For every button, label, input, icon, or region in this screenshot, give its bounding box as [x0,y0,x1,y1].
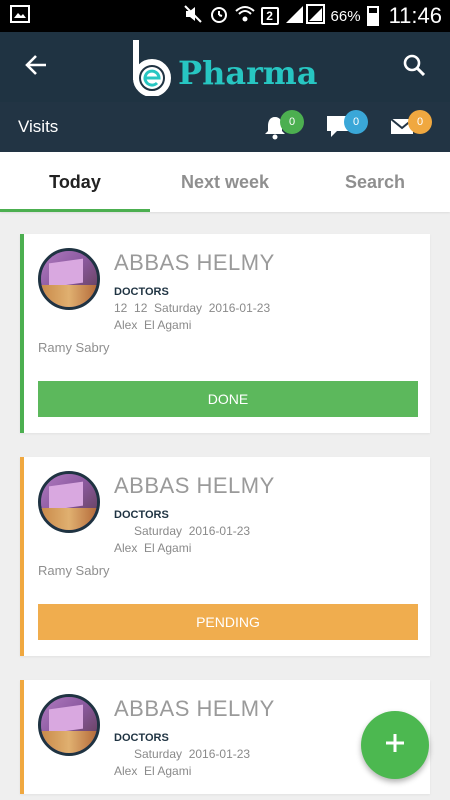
notifications-button[interactable]: 0 [262,110,304,142]
sim-badge: 2 [260,7,279,25]
image-icon [10,4,30,28]
plus-icon [384,732,406,759]
mail-button[interactable]: 0 [390,110,432,142]
avatar [38,248,100,310]
status-bar: 2 66% 11:46 [0,0,450,32]
visit-rep: Ramy Sabry [38,340,110,355]
tab-next-week[interactable]: Next week [150,152,300,212]
clock: 11:46 [388,3,442,28]
visit-area: Alex El Agami [114,318,192,332]
tab-today[interactable]: Today [0,152,150,212]
visit-card[interactable]: ABBAS HELMY DOCTORS 12 12 Saturday 2016-… [20,234,430,433]
visit-role: DOCTORS [114,286,169,298]
visit-name: ABBAS HELMY [114,473,275,498]
section-title: Visits [18,117,59,136]
visit-card[interactable]: ABBAS HELMY DOCTORS Saturday 2016-01-23 … [20,457,430,656]
visits-toolbar: Visits 0 0 0 [0,102,450,152]
mute-icon [183,4,203,28]
logo-b-icon [130,40,176,97]
visit-role: DOCTORS [114,509,169,521]
visit-area: Alex El Agami [114,541,192,555]
signal-icon [285,4,325,28]
add-visit-button[interactable] [361,711,429,779]
app-bar: Pharma [0,32,450,102]
wifi-icon [234,5,255,27]
search-button[interactable] [396,49,432,85]
battery-icon [366,6,379,26]
avatar [38,694,100,756]
app-logo: Pharma [130,40,318,97]
tab-bar: Today Next week Search [0,152,450,212]
brand-name: Pharma [178,54,318,92]
tab-search[interactable]: Search [300,152,450,212]
message-badge: 0 [344,110,368,134]
done-button[interactable]: DONE [38,381,418,417]
visit-list: ABBAS HELMY DOCTORS 12 12 Saturday 2016-… [0,212,450,794]
visit-name: ABBAS HELMY [114,250,275,275]
avatar [38,471,100,533]
back-button[interactable] [18,49,54,85]
battery-percent: 66% [330,7,361,25]
notification-badge: 0 [280,110,304,134]
visit-date: Saturday 2016-01-23 [114,524,251,538]
search-icon [403,54,426,81]
visit-date: 12 12 Saturday 2016-01-23 [114,301,271,315]
mail-badge: 0 [408,110,432,134]
messages-button[interactable]: 0 [326,110,368,142]
pending-button[interactable]: PENDING [38,604,418,640]
alarm-icon [209,4,229,28]
visit-rep: Ramy Sabry [38,563,110,578]
arrow-left-icon [25,54,47,80]
